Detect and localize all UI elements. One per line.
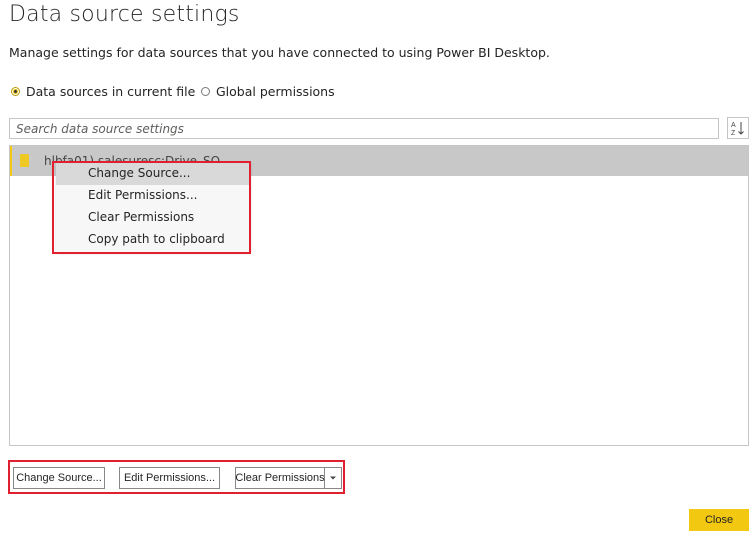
close-button[interactable]: Close [689,509,749,531]
database-icon [20,154,29,167]
radio-global-permissions-label: Global permissions [216,84,335,99]
selection-accent [10,146,12,176]
radio-current-file[interactable]: Data sources in current file [11,84,195,99]
radio-unselected-icon[interactable] [201,87,210,96]
sort-az-icon: A Z [731,122,744,136]
radio-current-file-label: Data sources in current file [26,84,196,99]
dialog-title: Data source settings [9,2,240,27]
sort-button[interactable]: A Z [727,117,749,139]
svg-text:Z: Z [731,130,736,136]
search-input[interactable]: Search data source settings [9,118,719,139]
svg-text:A: A [731,122,736,129]
action-buttons-highlight [8,460,345,494]
radio-global-permissions[interactable]: Global permissions [201,84,335,99]
radio-selected-icon[interactable] [11,87,20,96]
context-menu-highlight [52,161,251,254]
dialog-subtitle: Manage settings for data sources that yo… [9,45,550,60]
